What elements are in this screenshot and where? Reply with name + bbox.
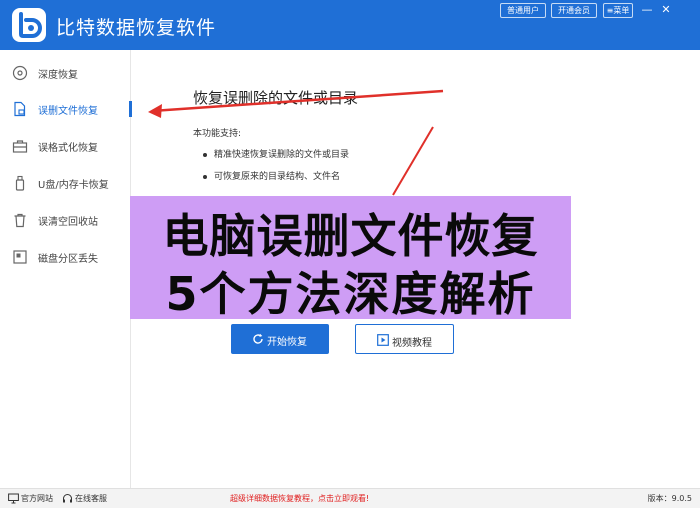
arrow-line	[392, 126, 434, 196]
online-support-link[interactable]: 在线客服	[75, 493, 107, 504]
arrow-line	[151, 89, 444, 113]
banner-line-1: 电脑误删文件恢复	[162, 209, 539, 263]
status-bar: 官方网站 在线客服 超级详细数据恢复教程，点击立即观看! 版本：9.0.5	[0, 488, 700, 508]
start-recovery-button[interactable]: 开始恢复	[231, 324, 329, 354]
video-play-icon	[377, 334, 389, 346]
monitor-icon	[8, 493, 19, 504]
arrow-head-icon	[148, 104, 162, 118]
video-tutorial-button[interactable]: 视频教程	[355, 324, 454, 354]
refresh-icon	[253, 333, 263, 344]
video-tutorial-label: 视频教程	[392, 338, 432, 349]
version-label: 版本：9.0.5	[647, 494, 692, 503]
start-recovery-label: 开始恢复	[267, 337, 307, 348]
promo-link[interactable]: 超级详细数据恢复教程，点击立即观看!	[230, 493, 369, 504]
banner-line-2: 5个方法深度解析	[165, 267, 536, 321]
official-website-link[interactable]: 官方网站	[21, 493, 53, 504]
headset-icon	[63, 494, 72, 503]
overlay-banner: 电脑误删文件恢复 5个方法深度解析	[130, 196, 571, 321]
